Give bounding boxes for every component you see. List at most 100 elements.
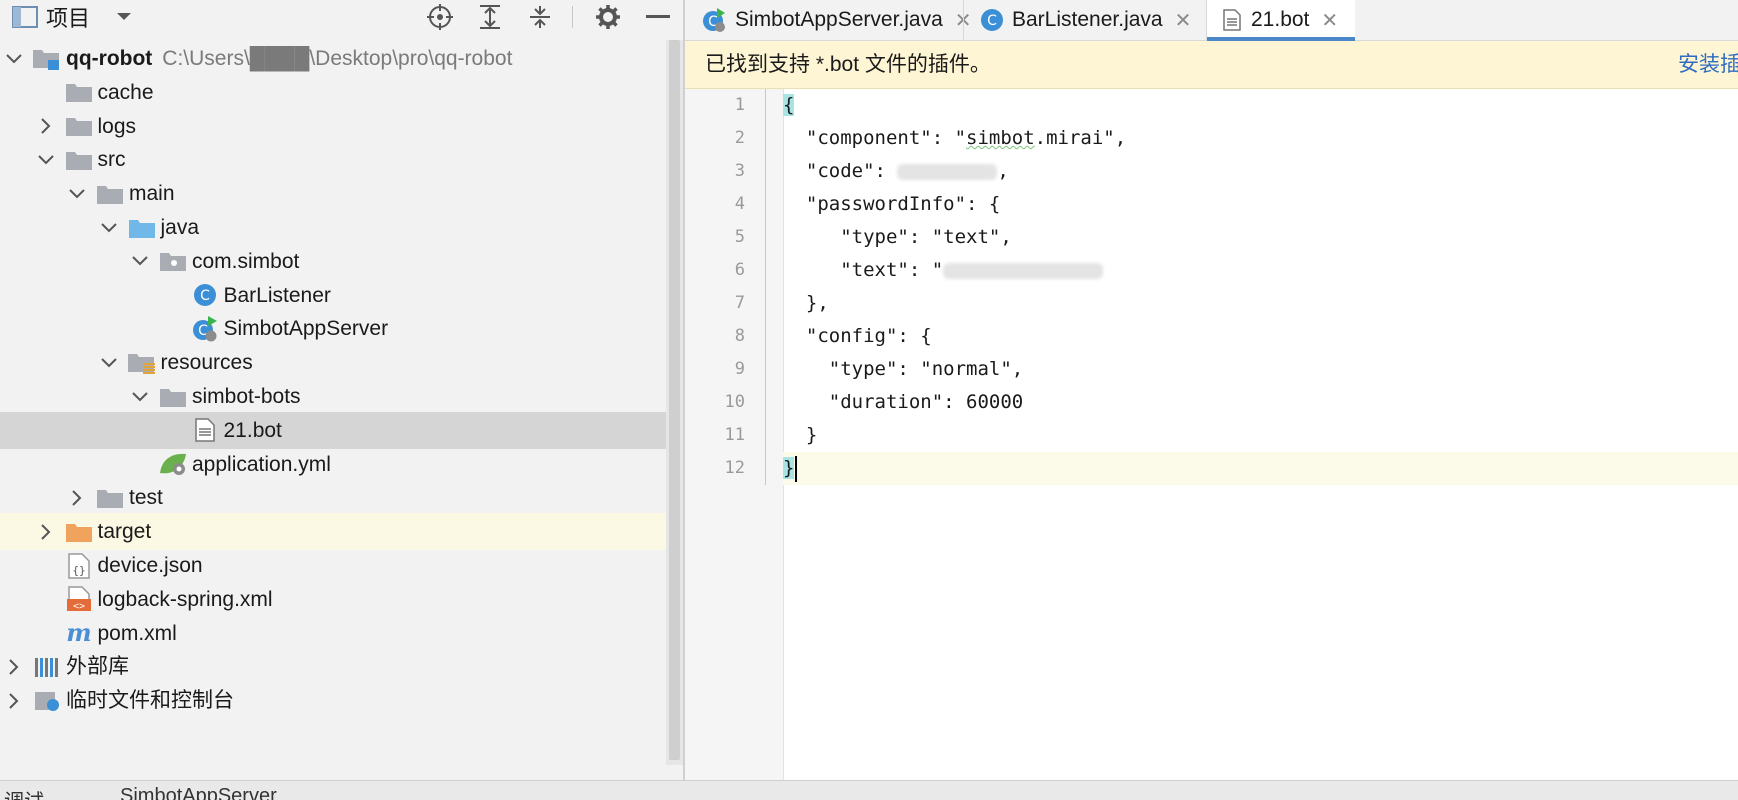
line-number: 5 <box>734 227 745 247</box>
text-file-icon <box>190 412 220 449</box>
tree-item-label: application.yml <box>192 452 331 476</box>
scratch-icon <box>32 682 62 719</box>
source-folder-icon <box>127 209 157 246</box>
tree-item-label: java <box>160 216 200 239</box>
line-number: 7 <box>734 293 745 313</box>
tree-item[interactable]: com.simbot <box>0 243 666 280</box>
tree-item-label: qq-robot C:\Users\████\Desktop\pro\qq-rob… <box>66 42 512 77</box>
tree-item[interactable]: m pom.xml <box>0 615 666 652</box>
tree-scroll-thumb[interactable] <box>669 40 680 760</box>
toolbar-separator <box>572 6 573 28</box>
expand-all-icon[interactable] <box>472 0 508 34</box>
line-number: 9 <box>734 359 745 379</box>
tree-item-label: SimbotAppServer <box>223 317 389 341</box>
tree-item[interactable]: logs <box>0 108 666 145</box>
line-number: 6 <box>734 260 745 280</box>
chevron-right-icon[interactable] <box>65 479 89 516</box>
tree-item[interactable]: qq-robot C:\Users\████\Desktop\pro\qq-rob… <box>0 42 666 77</box>
code-line: { <box>783 94 795 116</box>
plugin-notice-bar: 已找到支持 *.bot 文件的插件。 安装插 <box>685 41 1738 89</box>
chevron-down-icon[interactable] <box>34 141 58 178</box>
chevron-right-icon[interactable] <box>2 648 26 685</box>
chevron-right-icon[interactable] <box>34 513 58 550</box>
tree-item[interactable]: {} device.json <box>0 547 666 584</box>
tree-scrollbar[interactable] <box>666 40 683 765</box>
folder-icon <box>64 141 94 178</box>
code-line: } <box>783 424 818 446</box>
project-panel-title[interactable]: 项目 <box>46 0 90 34</box>
install-plugin-link[interactable]: 安装插 <box>1678 41 1738 88</box>
project-tree: qq-robot C:\Users\████\Desktop\pro\qq-rob… <box>0 42 666 780</box>
tree-item[interactable]: src <box>0 141 666 178</box>
svg-text:C: C <box>987 13 997 29</box>
tab-bar-listener[interactable]: C BarListener.java ✕ <box>964 0 1206 40</box>
tree-item[interactable]: main <box>0 175 666 212</box>
locate-file-icon[interactable] <box>422 0 458 34</box>
tree-item[interactable]: test <box>0 479 666 516</box>
code-line: "config": { <box>783 325 932 347</box>
tab-simbot-app-server[interactable]: C SimbotAppServer.java ✕ <box>685 0 972 40</box>
tree-item[interactable]: simbot-bots <box>0 378 666 415</box>
minimize-icon[interactable] <box>640 0 676 34</box>
tree-item[interactable]: C BarListener <box>0 277 666 314</box>
tree-item[interactable]: java <box>0 209 666 246</box>
tree-item[interactable]: 外部库 <box>0 648 666 685</box>
spring-boot-class-icon: C <box>701 7 727 33</box>
text-caret <box>795 455 798 482</box>
tree-item-label: 外部库 <box>66 655 129 679</box>
resources-folder-icon <box>127 344 157 381</box>
chevron-down-icon[interactable] <box>110 0 138 34</box>
tree-item-label: target <box>97 520 152 544</box>
tree-item[interactable]: resources <box>0 344 666 381</box>
chevron-right-icon[interactable] <box>34 108 58 145</box>
tree-item-label: cache <box>97 80 154 104</box>
tree-item[interactable]: application.yml <box>0 446 666 483</box>
line-number: 2 <box>734 128 745 148</box>
close-icon[interactable]: ✕ <box>1321 8 1338 33</box>
project-path: C:\Users\████\Desktop\pro\qq-robot <box>162 47 513 70</box>
chevron-down-icon[interactable] <box>97 344 121 381</box>
svg-text:<>: <> <box>72 601 84 612</box>
chevron-down-icon[interactable] <box>128 243 152 280</box>
tree-item-label: src <box>97 148 126 172</box>
chevron-down-icon[interactable] <box>65 175 89 212</box>
tree-item[interactable]: target <box>0 513 666 551</box>
code-editor[interactable]: 1 2 3 4 5 6 7 8 9 10 11 12 { "component": "simbot.m… <box>685 89 1738 780</box>
xml-file-icon: <> <box>64 581 94 618</box>
code-line: "text": " <box>783 254 1738 287</box>
run-config-tab[interactable]: SimbotAppServer <box>120 785 277 800</box>
json-file-icon: {} <box>64 547 94 584</box>
project-panel: 项目 qq-robot C:\Users\████\Desktop\pro\qq-… <box>0 0 683 780</box>
tab-label: SimbotAppServer.java <box>735 8 943 31</box>
tree-item[interactable]: <> logback-spring.xml <box>0 581 666 618</box>
tree-item[interactable]: C SimbotAppServer <box>0 310 666 347</box>
chevron-down-icon[interactable] <box>97 209 121 246</box>
java-class-icon: C <box>190 277 220 314</box>
project-view-icon <box>10 0 40 34</box>
folder-icon <box>95 175 125 212</box>
library-icon <box>32 648 62 685</box>
code-line: "type": "normal", <box>783 358 1024 380</box>
package-icon <box>158 243 188 280</box>
tree-item-label: com.simbot <box>192 249 300 273</box>
tab-label: BarListener.java <box>1012 8 1163 31</box>
chevron-down-icon[interactable] <box>2 42 26 77</box>
line-number: 12 <box>724 458 745 478</box>
folder-icon <box>95 479 125 516</box>
collapse-all-icon[interactable] <box>522 0 558 34</box>
chevron-right-icon[interactable] <box>2 682 26 719</box>
tree-item[interactable]: cache <box>0 74 666 111</box>
code-content[interactable]: { "component": "simbot.mirai", "code": ,… <box>783 89 1738 780</box>
maven-file-icon: m <box>64 615 94 652</box>
gear-icon[interactable] <box>590 0 626 34</box>
tree-item[interactable]: 临时文件和控制台 <box>0 682 666 719</box>
debug-tab[interactable]: 调试 <box>4 785 44 800</box>
line-number: 3 <box>734 161 745 181</box>
bottom-tool-bar: 调试 SimbotAppServer <box>0 780 1738 800</box>
tab-21-bot[interactable]: 21.bot ✕ <box>1207 0 1355 41</box>
tree-item-label: BarListener <box>223 283 331 307</box>
close-icon[interactable]: ✕ <box>1175 8 1192 33</box>
tree-item[interactable]: 21.bot <box>0 411 666 449</box>
chevron-down-icon[interactable] <box>128 378 152 415</box>
tree-item-label: main <box>129 182 175 206</box>
